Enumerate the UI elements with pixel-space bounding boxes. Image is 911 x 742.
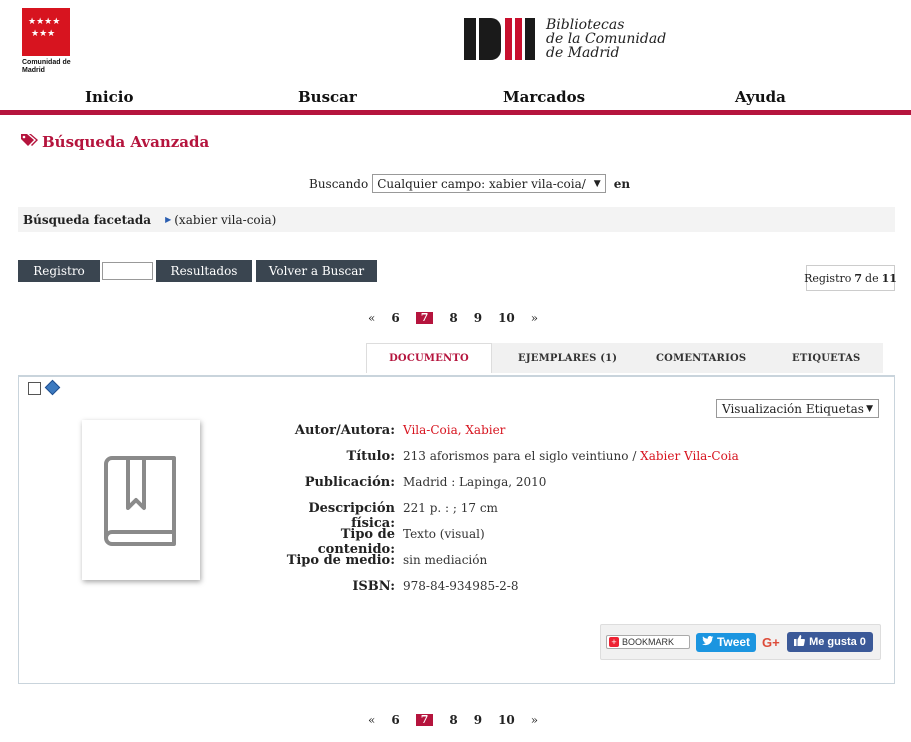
pager-prev-bottom[interactable]: « [368, 713, 375, 727]
twitter-bird-icon [701, 635, 714, 649]
share-bar: + BOOKMARK Tweet G+ Me gusta 0 [600, 624, 881, 660]
autor-label: Autor/Autora: [294, 423, 395, 438]
comunidad-madrid-logo[interactable]: ★★★★ ★★★ Comunidad de Madrid [22, 8, 71, 75]
pager-page-6[interactable]: 6 [391, 311, 399, 325]
book-cover [82, 420, 200, 580]
pager-page-6-bottom[interactable]: 6 [391, 713, 399, 727]
chevron-down-icon: ▼ [593, 178, 601, 189]
tab-ejemplares[interactable]: EJEMPLARES (1) [518, 343, 617, 373]
facebook-like-button[interactable]: Me gusta 0 [787, 632, 873, 652]
nav-marcados[interactable]: Marcados [503, 88, 585, 106]
view-select-value: Visualización Etiquetas [722, 401, 864, 416]
nav-buscar[interactable]: Buscar [298, 88, 357, 106]
search-field-select[interactable]: Cualquier campo: xabier vila-coia/ ▼ [372, 174, 606, 193]
titulo-value: 213 aforismos para el siglo veintiuno [403, 449, 629, 463]
pager-page-current[interactable]: 7 [415, 312, 434, 324]
descripcion-value: 221 p. : ; 17 cm [403, 501, 498, 515]
triangle-right-icon: ▶ [165, 215, 172, 224]
tab-etiquetas[interactable]: ETIQUETAS [792, 343, 860, 373]
main-nav: Inicio Buscar Marcados Ayuda [0, 86, 911, 110]
page-title-text: Búsqueda Avanzada [42, 133, 210, 151]
tags-icon [20, 133, 38, 151]
search-line: Buscando Cualquier campo: xabier vila-co… [309, 174, 630, 193]
madrid-flag: ★★★★ ★★★ [22, 8, 70, 56]
nav-divider [0, 110, 911, 115]
tab-comentarios[interactable]: COMENTARIOS [656, 343, 746, 373]
chevron-down-icon: ▼ [866, 403, 873, 414]
pager-top: « 6 7 8 9 10 » [368, 311, 554, 325]
record-counter: Registro 7 de 11 [804, 265, 897, 291]
pager-page-10[interactable]: 10 [498, 311, 515, 325]
facet-value[interactable]: (xabier vila-coia) [174, 213, 276, 227]
madrid-logo-caption: Comunidad de Madrid [22, 59, 71, 74]
pager-next-bottom[interactable]: » [531, 713, 538, 727]
bibliotecas-logo[interactable]: Bibliotecas de la Comunidad de Madrid [464, 18, 666, 64]
pager-page-8-bottom[interactable]: 8 [449, 713, 457, 727]
isbn-value: 978-84-934985-2-8 [403, 579, 519, 593]
nav-inicio[interactable]: Inicio [85, 88, 133, 106]
nav-ayuda[interactable]: Ayuda [735, 88, 786, 106]
thumbs-up-icon [794, 635, 805, 649]
pager-page-9-bottom[interactable]: 9 [474, 713, 482, 727]
pager-page-current-bottom[interactable]: 7 [415, 714, 434, 726]
search-label: Buscando [309, 176, 369, 191]
pager-page-9[interactable]: 9 [474, 311, 482, 325]
pager-page-10-bottom[interactable]: 10 [498, 713, 515, 727]
autor-link[interactable]: Vila-Coia, Xabier [403, 423, 505, 437]
view-select[interactable]: Visualización Etiquetas ▼ [716, 399, 879, 418]
google-plus-button[interactable]: G+ [762, 635, 782, 650]
facet-label: Búsqueda facetada [23, 212, 152, 227]
medio-label: Tipo de medio: [286, 553, 395, 568]
search-field-value: Cualquier campo: xabier vila-coia/ [377, 176, 586, 191]
publicacion-value: Madrid : Lapinga, 2010 [403, 475, 547, 489]
facet-bar: Búsqueda facetada ▶ (xabier vila-coia) [18, 207, 895, 232]
pager-next[interactable]: » [531, 311, 538, 325]
titulo-label: Título: [346, 449, 395, 464]
select-record-checkbox[interactable] [28, 382, 41, 395]
bibliotecas-logo-text: Bibliotecas de la Comunidad de Madrid [546, 17, 667, 61]
plus-icon: + [609, 637, 619, 647]
bookmark-button[interactable]: + BOOKMARK [606, 635, 690, 649]
record-type-icon [44, 379, 61, 396]
contenido-value: Texto (visual) [403, 527, 485, 541]
tab-documento[interactable]: DOCUMENTO [366, 343, 492, 373]
tweet-button[interactable]: Tweet [696, 632, 756, 652]
titulo-author-link[interactable]: Xabier Vila-Coia [640, 449, 739, 463]
record-panel: Visualización Etiquetas ▼ Autor/Autora: … [18, 375, 895, 684]
volver-buscar-button[interactable]: Volver a Buscar [256, 260, 377, 282]
medio-value: sin mediación [403, 553, 488, 567]
pager-prev[interactable]: « [368, 311, 375, 325]
book-icon [104, 456, 176, 546]
pager-bottom: « 6 7 8 9 10 » [368, 713, 554, 727]
isbn-label: ISBN: [352, 579, 395, 594]
publicacion-label: Publicación: [304, 475, 395, 490]
resultados-button[interactable]: Resultados [156, 260, 252, 282]
registro-input[interactable] [102, 262, 153, 280]
bibliotecas-logo-mark [464, 18, 538, 60]
search-suffix: en [613, 176, 631, 191]
pager-page-8[interactable]: 8 [449, 311, 457, 325]
page-title: Búsqueda Avanzada [20, 133, 209, 151]
registro-button[interactable]: Registro [18, 260, 100, 282]
record-tabs: DOCUMENTO EJEMPLARES (1) COMENTARIOS ETI… [366, 343, 883, 373]
record-details: Autor/Autora: Vila-Coia, Xabier Título: … [269, 423, 739, 605]
